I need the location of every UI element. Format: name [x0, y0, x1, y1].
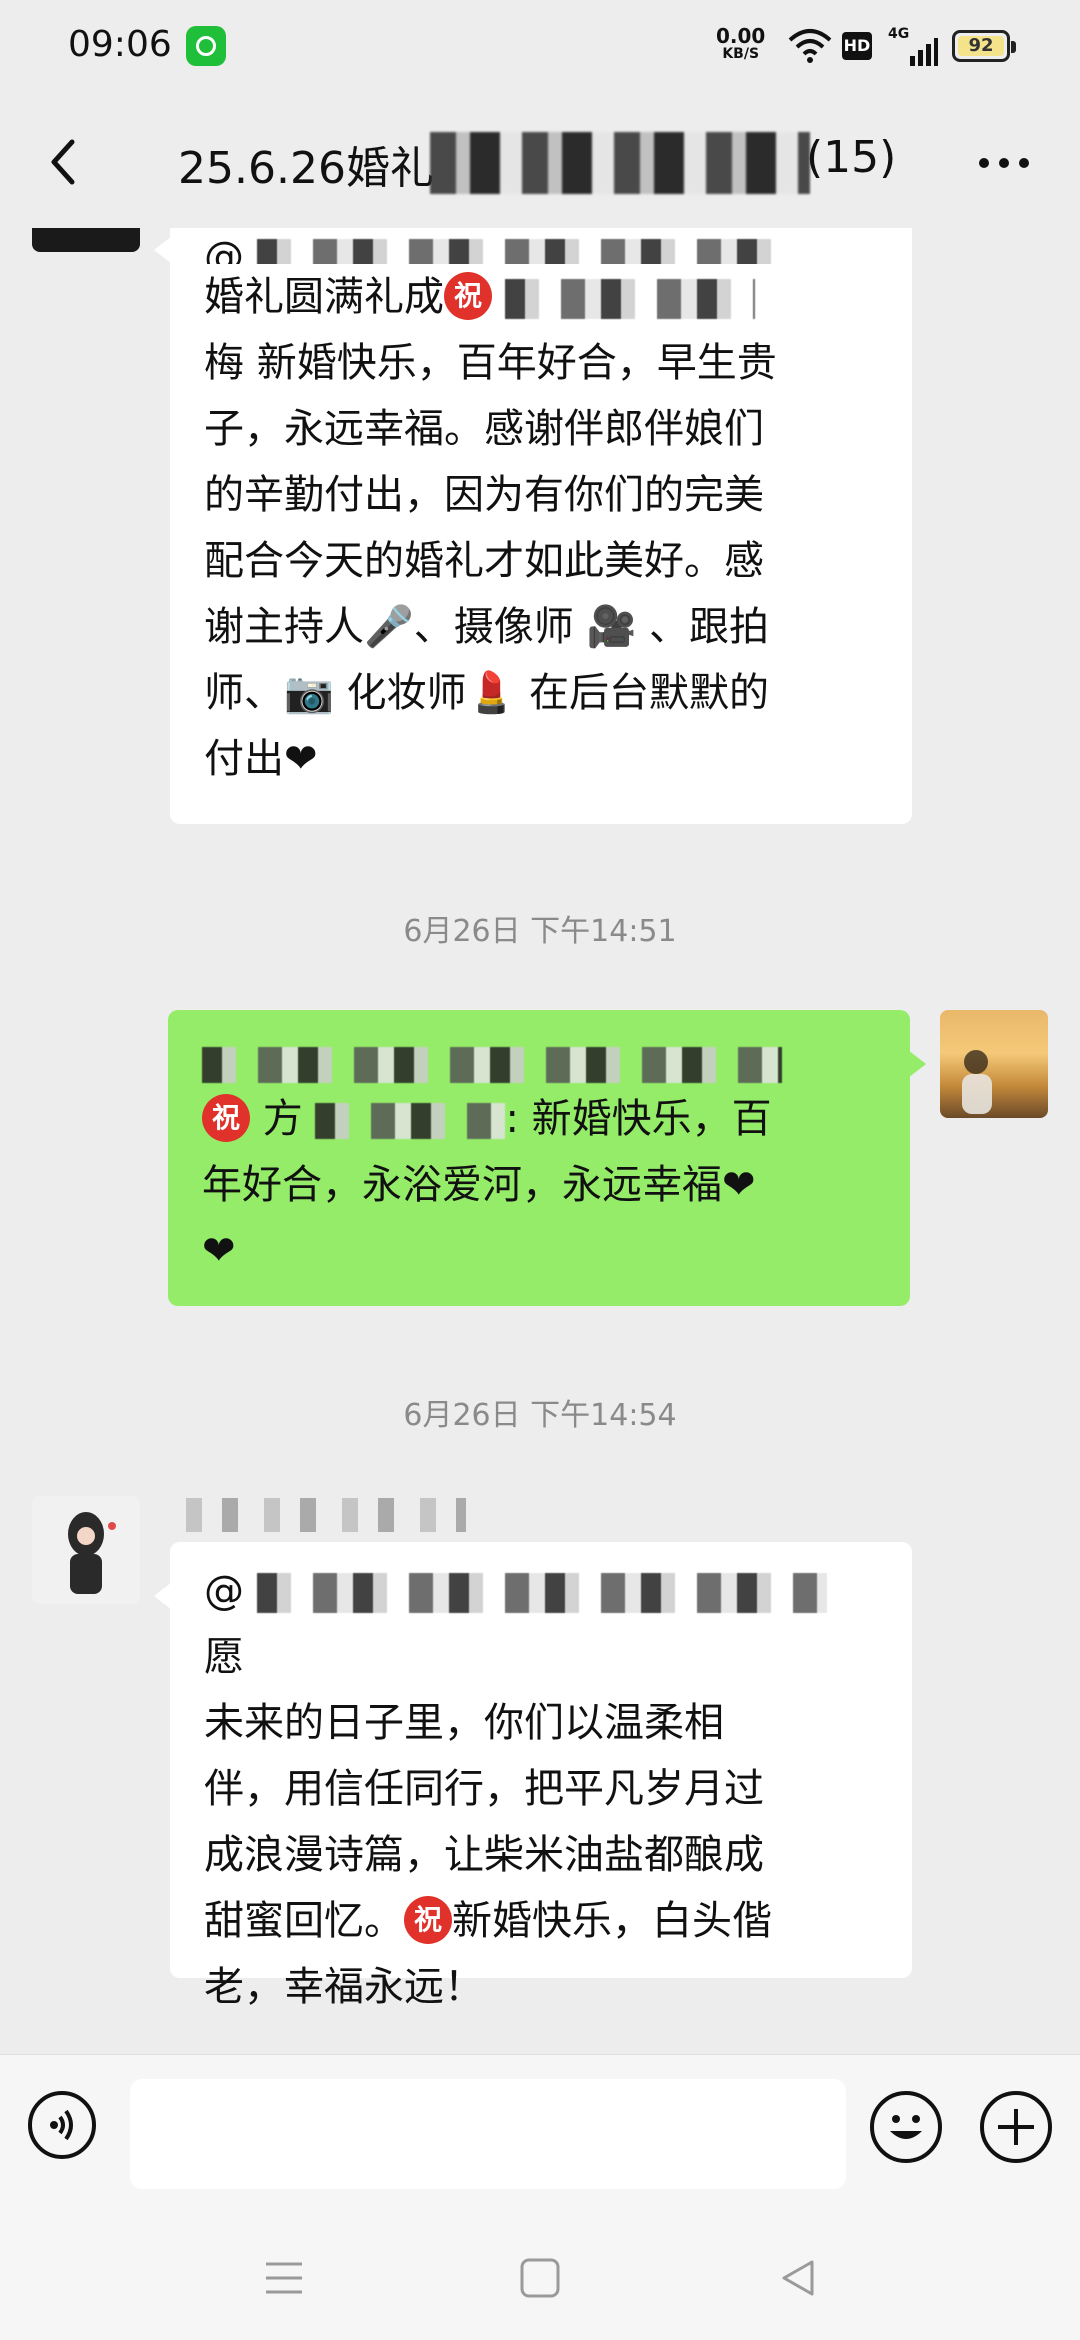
- message-text: 梅 新婚快乐，百年好合，早生贵: [204, 340, 777, 386]
- message-timestamp: 6月26日 下午14:54: [403, 1398, 677, 1433]
- net-speed-unit: KB/S: [722, 46, 760, 62]
- menu-icon[interactable]: [262, 2256, 306, 2300]
- redacted-mask: [256, 1573, 827, 1613]
- avatar[interactable]: [940, 1010, 1048, 1118]
- mention-at: @: [204, 1568, 244, 1614]
- message-text: 成浪漫诗篇，让柴米油盐都酿成: [204, 1832, 764, 1878]
- avatar[interactable]: [32, 1496, 140, 1604]
- battery-level: 92: [968, 35, 994, 56]
- zhu-badge-icon: 祝: [404, 1896, 452, 1944]
- message-text: : 新婚快乐，百: [505, 1096, 772, 1142]
- message-text: 的辛勤付出，因为有你们的完美: [204, 472, 764, 518]
- plus-icon[interactable]: [980, 2091, 1052, 2163]
- back-triangle-icon[interactable]: [776, 2256, 820, 2300]
- message-input[interactable]: [130, 2079, 846, 2189]
- app-notification-icon: [186, 26, 226, 66]
- message-text: 未来的日子里，你们以温柔相: [204, 1700, 724, 1746]
- zhu-badge-icon: 祝: [444, 272, 492, 320]
- avatar[interactable]: [32, 228, 140, 252]
- redacted-mask: [202, 1047, 782, 1083]
- message-bubble[interactable]: 祝 方 : 新婚快乐，百 年好合，永浴爱河，永远幸福❤ ❤: [168, 1010, 926, 1306]
- redacted-mask: [256, 239, 777, 264]
- message-text: ❤: [202, 1228, 236, 1274]
- message-text: 婚礼圆满礼成: [204, 274, 444, 320]
- message-bubble[interactable]: @ 愿 未来的日子里，你们以温柔相 伴，用信任同行，把平凡岁月过 成浪漫诗篇，让…: [154, 1542, 912, 2010]
- battery-icon: 92: [952, 30, 1016, 62]
- message-text: 老，幸福永远！: [204, 1964, 484, 2010]
- chat-messages[interactable]: @ 婚礼圆满礼成祝 梅 新婚快乐，百年好合，早生贵 子，永远幸福。感谢伴郎伴娘们…: [0, 228, 1080, 2054]
- chat-title: 25.6.26婚礼: [178, 143, 434, 194]
- redacted-sender-name: [186, 1498, 466, 1532]
- chat-header: 25.6.26婚礼 (15): [0, 96, 1080, 228]
- back-arrow-icon[interactable]: [36, 132, 96, 192]
- redacted-mask: [315, 1103, 506, 1139]
- home-icon[interactable]: [518, 2256, 562, 2300]
- message-text: 方: [262, 1096, 303, 1142]
- message-text: 愿: [204, 1634, 244, 1680]
- avatar-image: [962, 1050, 992, 1114]
- zhu-badge-icon: 祝: [202, 1094, 250, 1142]
- avatar-image: [68, 1512, 116, 1594]
- message-text: 谢主持人🎤、摄像师 🎥 、跟拍: [204, 604, 770, 650]
- message-text: 子，永远幸福。感谢伴郎伴娘们: [204, 406, 764, 452]
- voice-icon[interactable]: [28, 2091, 96, 2159]
- net-speed-value: 0.00: [716, 24, 766, 48]
- net-speed: 0.00 KB/S: [716, 26, 765, 62]
- message-text: 付出❤: [204, 736, 318, 782]
- message-timestamp: 6月26日 下午14:51: [403, 914, 677, 949]
- redacted-title-mask: [430, 132, 810, 194]
- message-text: 甜蜜回忆。: [204, 1898, 404, 1944]
- message-text: 伴，用信任同行，把平凡岁月过: [204, 1766, 764, 1812]
- status-bar: 09:06 0.00 KB/S HD 4G 92: [0, 0, 1080, 96]
- more-dots-icon[interactable]: [974, 148, 1034, 178]
- redacted-mask: [504, 279, 755, 319]
- message-bubble[interactable]: @ 婚礼圆满礼成祝 梅 新婚快乐，百年好合，早生贵 子，永远幸福。感谢伴郎伴娘们…: [154, 228, 912, 824]
- wifi-icon: [788, 29, 832, 63]
- message-text: 年好合，永浴爱河，永远幸福❤: [202, 1162, 756, 1208]
- system-navigation: [0, 2216, 1080, 2340]
- signal-icon: 4G: [888, 26, 938, 66]
- message-text: 新婚快乐，白头偕: [452, 1898, 772, 1944]
- member-count: (15): [806, 132, 897, 183]
- emoji-icon[interactable]: [870, 2091, 942, 2163]
- mention-at: @: [204, 234, 244, 264]
- message-text: 配合今天的婚礼才如此美好。感: [204, 538, 764, 584]
- status-time: 09:06: [68, 24, 172, 65]
- hd-badge: HD: [842, 32, 872, 60]
- message-text: 师、📷 化妆师💄 在后台默默的: [204, 670, 770, 716]
